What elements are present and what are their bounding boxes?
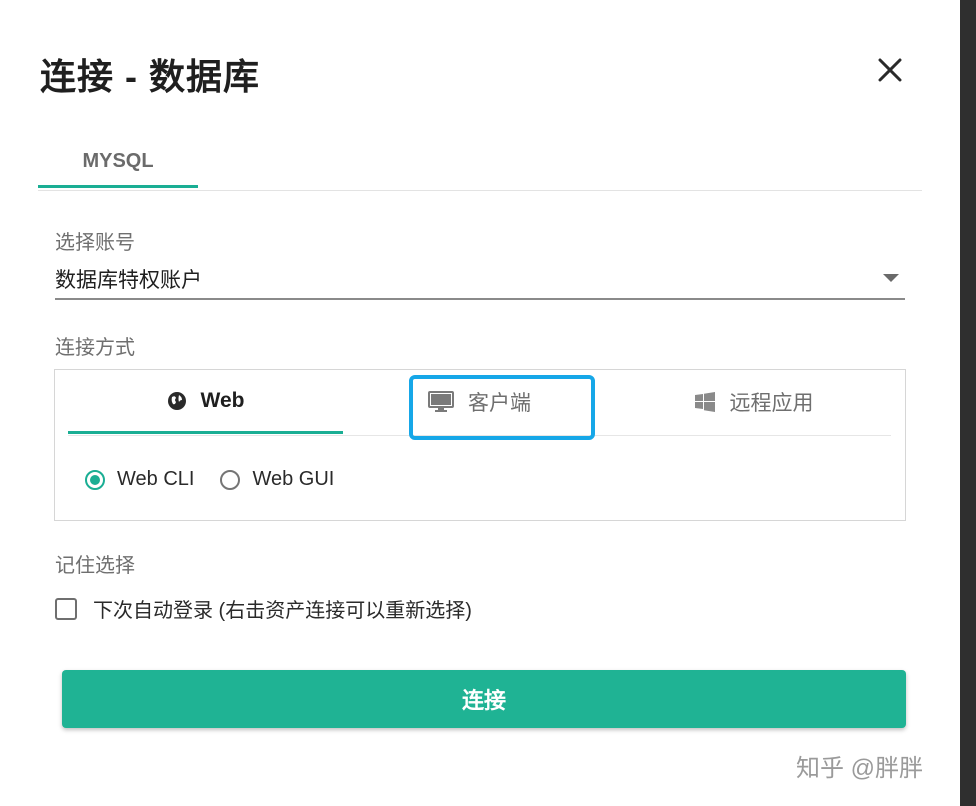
account-label: 选择账号 (55, 232, 135, 254)
account-select-value: 数据库特权账户 (55, 269, 202, 292)
radio-unchecked-icon (220, 469, 241, 490)
web-mode-radios: Web CLI Web GUI (85, 468, 360, 491)
connect-dialog: 连接 - 数据库 MYSQL 选择账号 数据库特权账户 连接方式 Web 客户端… (0, 0, 960, 806)
tab-client[interactable]: 客户端 (342, 370, 617, 434)
remember-label: 记住选择 (55, 555, 135, 577)
dialog-title: 连接 - 数据库 (40, 56, 260, 97)
auto-login-row: 下次自动登录 (右击资产连接可以重新选择) (55, 594, 472, 623)
watermark: 知乎 @胖胖 (796, 755, 924, 782)
monitor-icon (428, 391, 454, 413)
close-icon (878, 58, 902, 82)
tab-client-label: 客户端 (468, 392, 531, 415)
globe-icon (167, 391, 187, 411)
tab-web-label: Web (200, 388, 245, 412)
connect-method-panel: Web 客户端 远程应用 Web CLI Web GUI (54, 369, 906, 521)
method-tabs: Web 客户端 远程应用 (68, 370, 891, 436)
radio-checked-icon (85, 469, 105, 490)
tab-mysql[interactable]: MYSQL (38, 140, 198, 188)
auto-login-checkbox[interactable] (55, 597, 77, 620)
radio-web-gui[interactable]: Web GUI (220, 468, 334, 491)
radio-web-gui-label: Web GUI (252, 468, 335, 490)
close-button[interactable] (872, 52, 908, 88)
windows-icon (694, 391, 716, 413)
method-label: 连接方式 (55, 337, 135, 359)
dropdown-arrow-icon (883, 274, 899, 282)
tab-remote-app[interactable]: 远程应用 (616, 370, 891, 434)
tab-remote-app-label: 远程应用 (729, 392, 814, 415)
background-edge (960, 0, 976, 806)
auto-login-label: 下次自动登录 (右击资产连接可以重新选择) (93, 600, 472, 622)
connect-button[interactable]: 连接 (62, 670, 906, 728)
tab-web[interactable]: Web (68, 370, 343, 434)
account-select[interactable]: 数据库特权账户 (55, 258, 905, 300)
radio-web-cli-label: Web CLI (117, 468, 195, 490)
radio-web-cli[interactable]: Web CLI (85, 468, 194, 491)
protocol-tabs: MYSQL (38, 140, 922, 191)
